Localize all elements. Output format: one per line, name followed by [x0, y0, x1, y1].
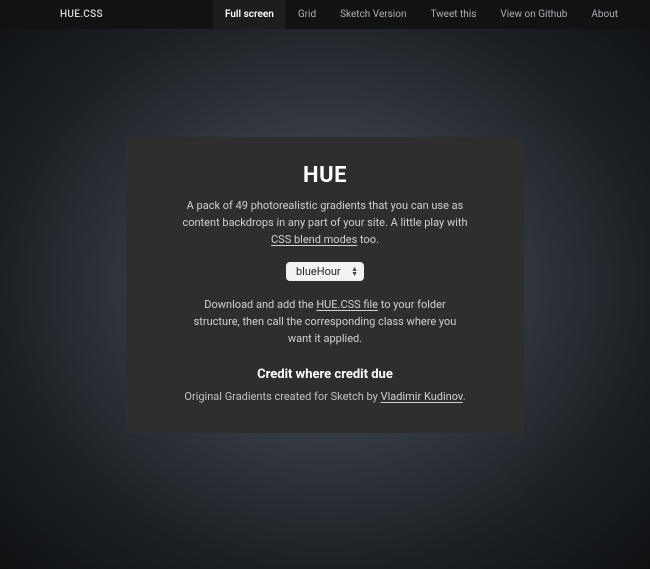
download-text: Download and add the HUE.CSS file to you… — [182, 296, 468, 347]
navbar: HUE.CSS Full screen Grid Sketch Version … — [0, 0, 650, 29]
download-pre: Download and add the — [204, 298, 316, 311]
brand: HUE.CSS — [60, 9, 103, 20]
credit-text: Original Gradients created for Sketch by… — [182, 388, 468, 405]
nav-grid[interactable]: Grid — [286, 0, 328, 29]
main: HUE A pack of 49 photorealistic gradient… — [0, 137, 650, 433]
chevron-up-down-icon: ▲▼ — [349, 267, 360, 277]
intro-text: A pack of 49 photorealistic gradients th… — [182, 197, 468, 248]
page-title: HUE — [182, 163, 468, 188]
credit-post: . — [463, 390, 466, 403]
gradient-select-value: blueHour — [296, 265, 349, 278]
nav-sketch-version[interactable]: Sketch Version — [328, 0, 418, 29]
credit-heading: Credit where credit due — [182, 367, 468, 382]
nav-full-screen[interactable]: Full screen — [213, 0, 286, 29]
intro-post: too. — [357, 233, 379, 246]
css-blend-modes-link[interactable]: CSS blend modes — [271, 233, 357, 246]
gradient-select[interactable]: blueHour ▲▼ — [286, 262, 364, 281]
nav-about[interactable]: About — [579, 0, 630, 29]
hue-css-file-link[interactable]: HUE.CSS file — [316, 298, 378, 311]
intro-pre: A pack of 49 photorealistic gradients th… — [182, 199, 467, 229]
author-link[interactable]: Vladimir Kudinov — [381, 390, 463, 403]
nav-view-on-github[interactable]: View on Github — [488, 0, 579, 29]
nav-tweet-this[interactable]: Tweet this — [418, 0, 488, 29]
credit-pre: Original Gradients created for Sketch by — [184, 390, 380, 403]
info-card: HUE A pack of 49 photorealistic gradient… — [126, 137, 524, 433]
nav-links: Full screen Grid Sketch Version Tweet th… — [213, 0, 630, 29]
